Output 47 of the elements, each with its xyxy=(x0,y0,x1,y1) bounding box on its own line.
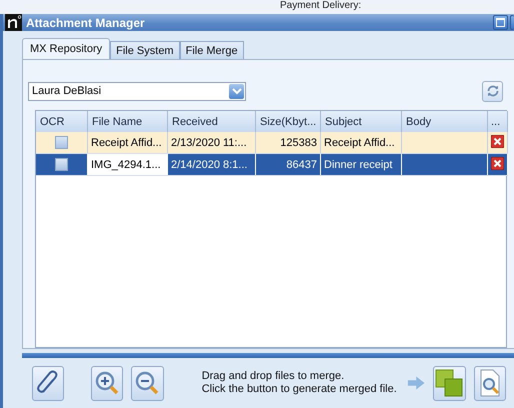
table-cell: 2/14/2020 8:1... xyxy=(171,158,248,170)
delete-icon[interactable] xyxy=(491,156,504,170)
merge-button[interactable] xyxy=(433,366,466,400)
window-title: Attachment Manager xyxy=(26,16,145,30)
table-cell: 125383 xyxy=(280,136,317,148)
ocr-checkbox[interactable] xyxy=(55,136,68,149)
column-header[interactable]: ... xyxy=(488,111,508,132)
table-row[interactable]: Receipt Affid... 2/13/2020 11:... 125383 Receipt Affid... xyxy=(36,132,508,154)
window-control-button[interactable] xyxy=(510,15,514,30)
attach-button[interactable] xyxy=(32,366,64,400)
refresh-icon xyxy=(486,84,500,98)
zoom-in-icon xyxy=(94,370,120,396)
column-header[interactable]: File Name xyxy=(88,111,168,132)
arrow-right-icon xyxy=(406,376,426,390)
merge-hint-text: Drag and drop files to merge. xyxy=(202,370,346,383)
merge-hint-text: Click the button to generate merged file. xyxy=(202,383,397,396)
contact-dropdown[interactable]: Laura DeBlasi xyxy=(28,82,246,100)
zoom-out-icon xyxy=(134,370,160,396)
table-cell: 86437 xyxy=(286,158,317,170)
app-logo-icon xyxy=(5,14,22,31)
zoom-in-button[interactable] xyxy=(90,366,124,400)
background-label: Payment Delivery: xyxy=(280,0,362,11)
column-header[interactable]: Received xyxy=(168,111,256,132)
preview-button[interactable] xyxy=(474,366,506,400)
overlapping-squares-icon xyxy=(435,369,464,397)
table-row[interactable]: IMG_4294.1... 2/14/2020 8:1... 86437 Dinner receipt xyxy=(36,154,508,176)
table-cell: Dinner receipt xyxy=(324,158,392,170)
tab[interactable]: File Merge xyxy=(180,41,244,59)
refresh-button[interactable] xyxy=(482,80,503,102)
maximize-button[interactable] xyxy=(493,15,508,30)
column-header[interactable]: Subject xyxy=(320,111,402,132)
table-cell: IMG_4294.1... xyxy=(91,158,161,170)
chevron-down-icon xyxy=(232,88,242,94)
tab[interactable]: MX Repository xyxy=(22,38,110,59)
tab[interactable]: File System xyxy=(110,41,180,59)
column-header[interactable]: OCR xyxy=(36,111,88,132)
column-header[interactable]: Size(Kbyt... xyxy=(256,111,320,132)
paperclip-icon xyxy=(36,370,60,396)
column-header[interactable]: Body xyxy=(402,111,488,132)
document-magnifier-icon xyxy=(478,369,502,397)
table-cell: Receipt Affid... xyxy=(91,136,162,148)
zoom-out-button[interactable] xyxy=(131,366,164,400)
delete-icon[interactable] xyxy=(491,134,504,148)
ocr-checkbox[interactable] xyxy=(55,158,68,171)
splitter-handle[interactable] xyxy=(22,353,514,358)
table-cell: 2/13/2020 11:... xyxy=(171,136,247,148)
table-cell: Receipt Affid... xyxy=(324,136,395,148)
